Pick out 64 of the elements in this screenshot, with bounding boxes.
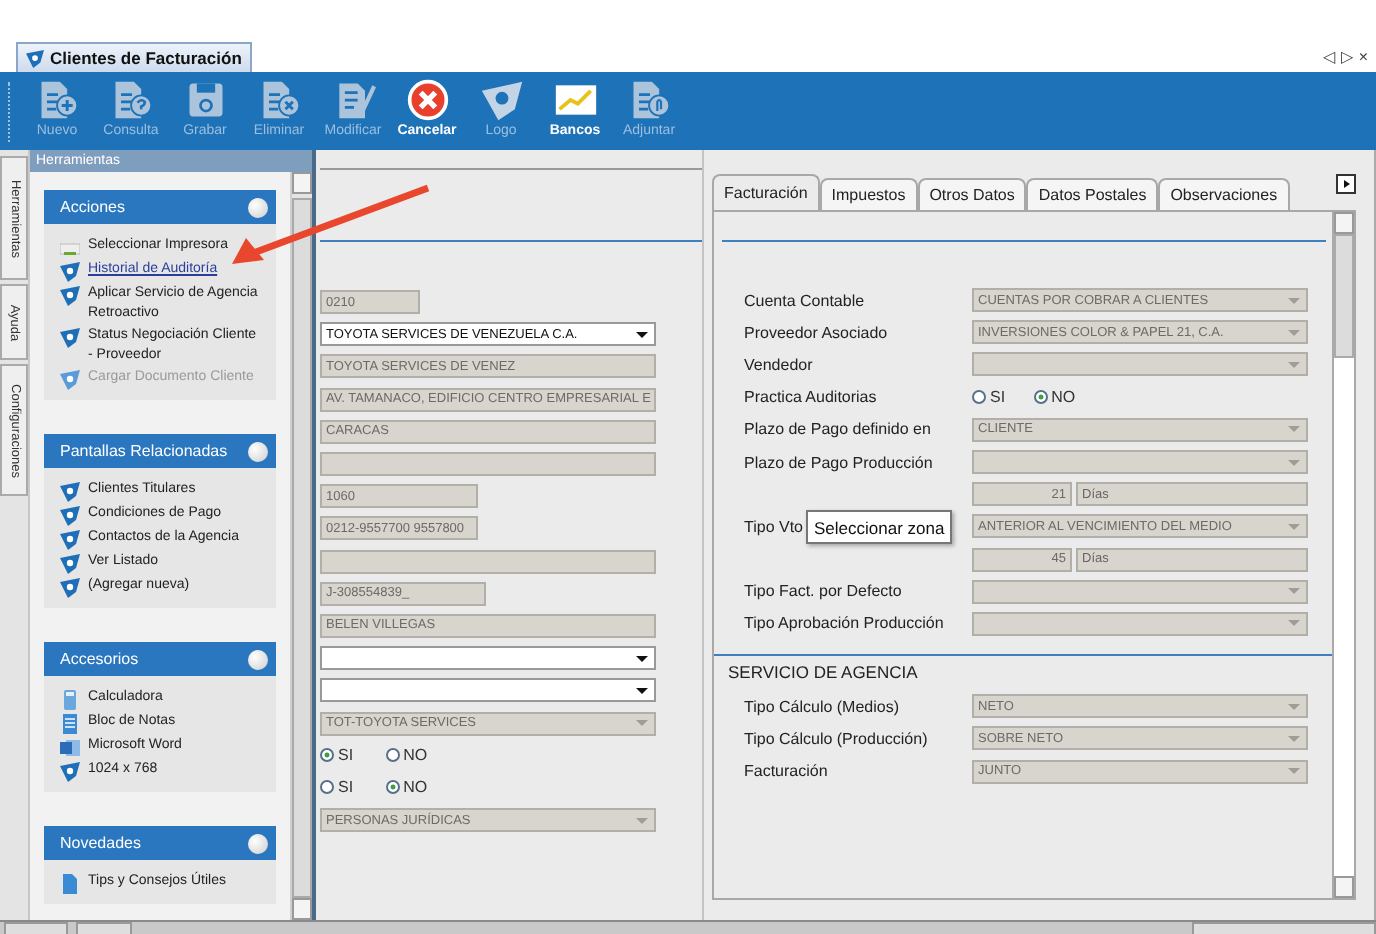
notepad-icon [60, 714, 80, 734]
shield-icon [60, 328, 80, 348]
section-title: SERVICIO DE AGENCIA [726, 660, 920, 687]
scrollbar[interactable] [290, 172, 312, 920]
radio-option[interactable]: SI [320, 746, 354, 765]
field-label: Plazo de Pago Producción [744, 453, 933, 472]
shield-icon [26, 49, 44, 67]
radio-option[interactable]: SI [320, 778, 354, 797]
tab-scroll-button[interactable] [1336, 174, 1356, 194]
shield-icon [60, 578, 80, 598]
tab[interactable]: Otros Datos [917, 178, 1027, 210]
field-label: Practica Auditorias [744, 388, 877, 407]
field-label: Proveedor Asociado [744, 323, 888, 342]
window-control[interactable]: ◁ [1322, 48, 1335, 66]
tab[interactable]: Impuestos [819, 178, 918, 210]
tab[interactable]: Observaciones [1158, 178, 1290, 210]
group-header[interactable]: Pantallas Relacionadas [44, 434, 276, 468]
cancel-icon [405, 77, 449, 121]
calculator-icon [60, 690, 80, 710]
field-label: Facturación [744, 762, 830, 781]
shield-icon [60, 762, 80, 782]
shield-icon [60, 482, 80, 502]
printer-icon [60, 238, 80, 258]
group-header[interactable]: Accesorios [44, 642, 276, 676]
shield-icon [60, 554, 80, 574]
shield-icon [60, 262, 80, 282]
document-icon [60, 874, 80, 894]
field-label: Plazo de Pago definido en [744, 420, 931, 439]
radio-option[interactable]: NO [1033, 388, 1076, 407]
group-header[interactable]: Acciones [44, 190, 276, 224]
radio-option[interactable]: NO [385, 746, 428, 765]
window-control[interactable]: ▷ [1340, 48, 1353, 66]
shield-icon [60, 286, 80, 306]
dropdown-field[interactable] [972, 352, 1308, 377]
shield-icon [479, 77, 523, 121]
tab[interactable]: Datos Postales [1026, 178, 1159, 210]
tab[interactable]: Facturación [712, 174, 820, 210]
field-label: Vendedor [744, 355, 813, 374]
field-label: Tipo Cálculo (Producción) [744, 729, 930, 748]
dropdown-field[interactable] [972, 450, 1308, 475]
group-header[interactable]: Novedades [44, 826, 276, 860]
field-label: Tipo Cálculo (Medios) [744, 697, 902, 716]
window-control[interactable]: × [1358, 48, 1368, 66]
collapse-icon[interactable] [248, 197, 268, 217]
field-label: Tipo Aprobación Producción [744, 614, 944, 633]
field-label: Tipo Fact. por Defecto [744, 582, 902, 601]
field-label: Cuenta Contable [744, 291, 865, 310]
dropdown-field[interactable] [972, 611, 1308, 636]
shield-icon [60, 370, 80, 390]
tooltip: Seleccionar zona [806, 510, 953, 545]
dropdown-field[interactable] [972, 579, 1308, 604]
radio-option[interactable]: NO [385, 778, 428, 797]
window-tab[interactable]: Clientes de Facturación [16, 42, 252, 72]
collapse-icon[interactable] [248, 649, 268, 669]
word-document-icon [60, 738, 80, 758]
field-label: Tipo Vto [744, 517, 803, 536]
dropdown-field[interactable] [320, 678, 656, 703]
scrollbar[interactable] [1332, 212, 1354, 898]
radio-option[interactable]: SI [972, 388, 1006, 407]
collapse-icon[interactable] [248, 833, 268, 853]
dropdown-field[interactable] [320, 646, 656, 671]
shield-icon [60, 506, 80, 526]
shield-icon [60, 530, 80, 550]
collapse-icon[interactable] [248, 441, 268, 461]
